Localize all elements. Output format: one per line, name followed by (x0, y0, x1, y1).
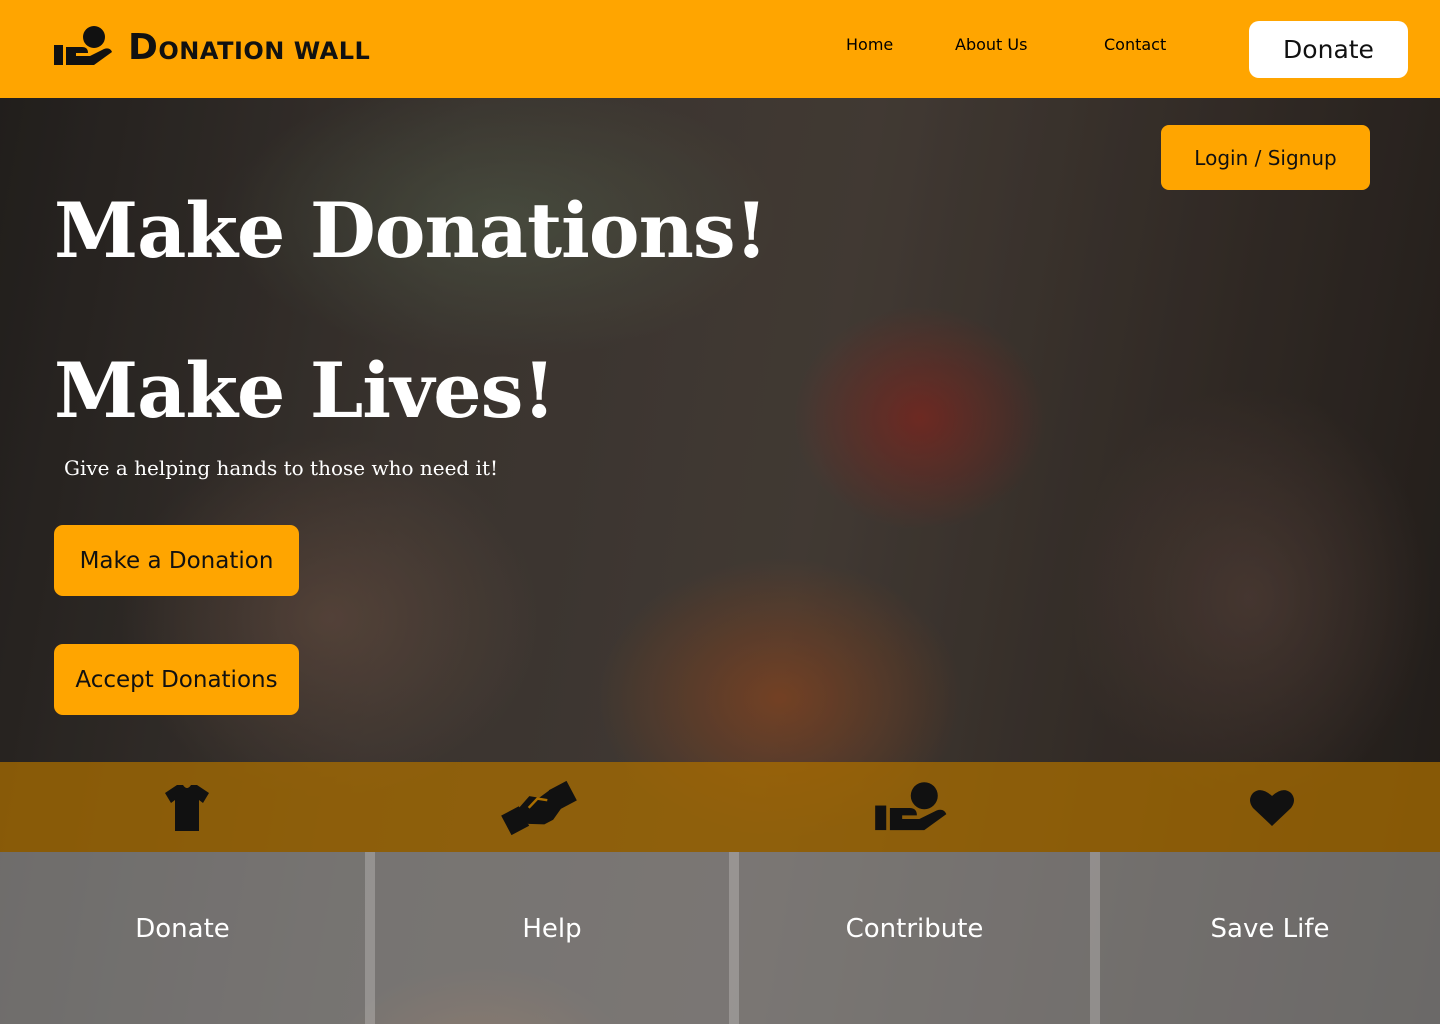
feature-panel-donate[interactable]: Donate (0, 852, 365, 1024)
heart-icon (1232, 780, 1312, 836)
brand-logo[interactable]: DONATION WALL (54, 24, 370, 70)
hero-tagline: Give a helping hands to those who need i… (64, 456, 499, 480)
panel-divider (1090, 852, 1100, 1024)
header-donate-button[interactable]: Donate (1249, 21, 1408, 78)
brand-name: DONATION WALL (128, 26, 371, 68)
nav-about-us[interactable]: About Us (955, 35, 1027, 54)
hand-holding-icon (872, 780, 952, 836)
accept-donations-button[interactable]: Accept Donations (54, 644, 299, 715)
feature-icon-bar (0, 762, 1440, 852)
top-navbar: DONATION WALL Home About Us Contact Dona… (0, 0, 1440, 98)
nav-contact[interactable]: Contact (1104, 35, 1166, 54)
handshake-icon (499, 780, 579, 836)
feature-label-contribute: Contribute (845, 914, 984, 944)
feature-panel-contribute[interactable]: Contribute (739, 852, 1090, 1024)
panel-divider (365, 852, 375, 1024)
feature-label-help: Help (522, 914, 582, 944)
hand-holding-icon (54, 26, 112, 65)
feature-label-save-life: Save Life (1210, 914, 1330, 944)
feature-panel-help[interactable]: Help (375, 852, 729, 1024)
nav-home[interactable]: Home (846, 35, 893, 54)
hero-headline-2: Make Lives! (54, 346, 556, 435)
hero-headline-1: Make Donations! (54, 186, 768, 275)
feature-label-donate: Donate (135, 914, 230, 944)
login-signup-button[interactable]: Login / Signup (1161, 125, 1370, 190)
feature-panel-save-life[interactable]: Save Life (1100, 852, 1440, 1024)
tshirt-icon (147, 780, 227, 836)
hero-section: Login / Signup Make Donations! Make Live… (0, 98, 1440, 1024)
panel-divider (729, 852, 739, 1024)
make-donation-button[interactable]: Make a Donation (54, 525, 299, 596)
